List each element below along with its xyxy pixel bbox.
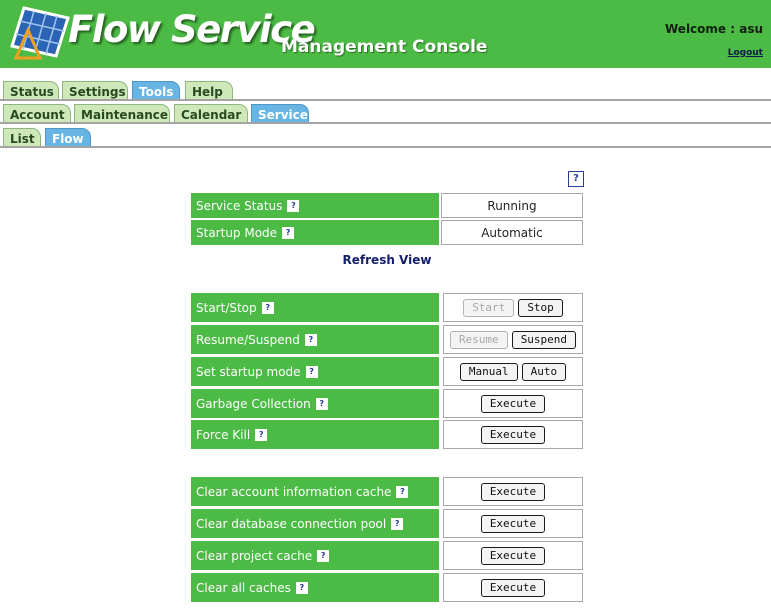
start-stop-cell: Start Stop bbox=[443, 293, 583, 322]
garbage-collection-cell: Execute bbox=[443, 389, 583, 418]
clear-project-cache-label: Clear project cache ? bbox=[191, 541, 439, 570]
clear-account-cache-label: Clear account information cache ? bbox=[191, 477, 439, 506]
help-icon[interactable]: ? bbox=[317, 549, 330, 562]
clear-project-cache-text: Clear project cache bbox=[196, 548, 313, 563]
startup-mode-text: Startup Mode bbox=[196, 225, 278, 240]
tab-help[interactable]: Help bbox=[185, 81, 233, 100]
help-icon[interactable]: ? bbox=[287, 199, 300, 212]
suspend-button[interactable]: Suspend bbox=[511, 330, 577, 349]
sub-tab-row: Account Maintenance Calendar Service bbox=[0, 104, 771, 124]
service-status-text: Service Status bbox=[196, 198, 283, 213]
help-icon[interactable]: ? bbox=[295, 581, 308, 594]
logout-link[interactable]: Logout bbox=[728, 48, 763, 58]
all-caches-execute-button[interactable]: Execute bbox=[480, 578, 546, 597]
start-stop-label: Start/Stop ? bbox=[191, 293, 439, 322]
help-icon[interactable]: ? bbox=[261, 301, 274, 314]
set-startup-mode-cell: Manual Auto bbox=[443, 357, 583, 386]
set-startup-mode-label: Set startup mode ? bbox=[191, 357, 439, 386]
service-tab-row: List Flow bbox=[0, 128, 771, 148]
clear-project-cache-cell: Execute bbox=[443, 541, 583, 570]
service-status-value: Running bbox=[441, 193, 583, 218]
header-bar: Flow Service Management Console Welcome … bbox=[0, 0, 771, 68]
help-icon[interactable]: ? bbox=[396, 485, 409, 498]
tab-tools[interactable]: Tools bbox=[132, 81, 180, 100]
manual-button[interactable]: Manual bbox=[459, 362, 518, 381]
tab-flow[interactable]: Flow bbox=[45, 128, 91, 147]
tab-calendar[interactable]: Calendar bbox=[174, 104, 248, 123]
force-kill-cell: Execute bbox=[443, 420, 583, 449]
brand-title: Flow Service bbox=[68, 8, 316, 51]
tab-service[interactable]: Service bbox=[251, 104, 309, 123]
clear-all-caches-label: Clear all caches ? bbox=[191, 573, 439, 602]
start-stop-text: Start/Stop bbox=[196, 300, 257, 315]
logo-icon bbox=[10, 6, 70, 60]
clear-all-caches-text: Clear all caches bbox=[196, 580, 291, 595]
resume-suspend-label: Resume/Suspend ? bbox=[191, 325, 439, 354]
tab-status[interactable]: Status bbox=[3, 81, 59, 100]
help-icon[interactable]: ? bbox=[305, 365, 318, 378]
tab-settings[interactable]: Settings bbox=[62, 81, 128, 100]
help-icon[interactable]: ? bbox=[568, 171, 584, 187]
garbage-collection-label: Garbage Collection ? bbox=[191, 389, 439, 418]
clear-db-pool-label: Clear database connection pool ? bbox=[191, 509, 439, 538]
tab-row-divider bbox=[0, 99, 771, 101]
resume-button[interactable]: Resume bbox=[449, 330, 508, 349]
clear-account-cache-cell: Execute bbox=[443, 477, 583, 506]
clear-db-pool-cell: Execute bbox=[443, 509, 583, 538]
help-icon[interactable]: ? bbox=[304, 333, 317, 346]
tab-row-divider bbox=[0, 122, 771, 124]
project-cache-execute-button[interactable]: Execute bbox=[480, 546, 546, 565]
help-icon[interactable]: ? bbox=[255, 428, 268, 441]
auto-button[interactable]: Auto bbox=[521, 362, 567, 381]
welcome-text: Welcome : asu bbox=[665, 22, 763, 36]
gc-execute-button[interactable]: Execute bbox=[480, 394, 546, 413]
startup-mode-label: Startup Mode ? bbox=[191, 220, 439, 245]
force-kill-label: Force Kill ? bbox=[191, 420, 439, 449]
tab-account[interactable]: Account bbox=[3, 104, 71, 123]
tab-list[interactable]: List bbox=[3, 128, 41, 147]
main-tab-row: Status Settings Tools Help bbox=[0, 81, 771, 101]
stop-button[interactable]: Stop bbox=[518, 298, 563, 317]
tab-row-divider bbox=[0, 146, 771, 148]
force-kill-text: Force Kill bbox=[196, 427, 251, 442]
account-cache-execute-button[interactable]: Execute bbox=[480, 482, 546, 501]
resume-suspend-cell: Resume Suspend bbox=[443, 325, 583, 354]
db-pool-execute-button[interactable]: Execute bbox=[480, 514, 546, 533]
startup-mode-value: Automatic bbox=[441, 220, 583, 245]
brand-subtitle: Management Console bbox=[281, 37, 488, 57]
resume-suspend-text: Resume/Suspend bbox=[196, 332, 300, 347]
force-kill-execute-button[interactable]: Execute bbox=[480, 425, 546, 444]
tab-maintenance[interactable]: Maintenance bbox=[74, 104, 170, 123]
clear-all-caches-cell: Execute bbox=[443, 573, 583, 602]
clear-db-pool-text: Clear database connection pool bbox=[196, 516, 387, 531]
start-button[interactable]: Start bbox=[463, 298, 515, 317]
refresh-view-link[interactable]: Refresh View bbox=[191, 253, 583, 267]
service-status-label: Service Status ? bbox=[191, 193, 439, 218]
set-startup-mode-text: Set startup mode bbox=[196, 364, 301, 379]
help-icon[interactable]: ? bbox=[282, 226, 295, 239]
clear-account-cache-text: Clear account information cache bbox=[196, 484, 392, 499]
help-icon[interactable]: ? bbox=[391, 517, 404, 530]
help-icon[interactable]: ? bbox=[315, 397, 328, 410]
garbage-collection-text: Garbage Collection bbox=[196, 396, 311, 411]
